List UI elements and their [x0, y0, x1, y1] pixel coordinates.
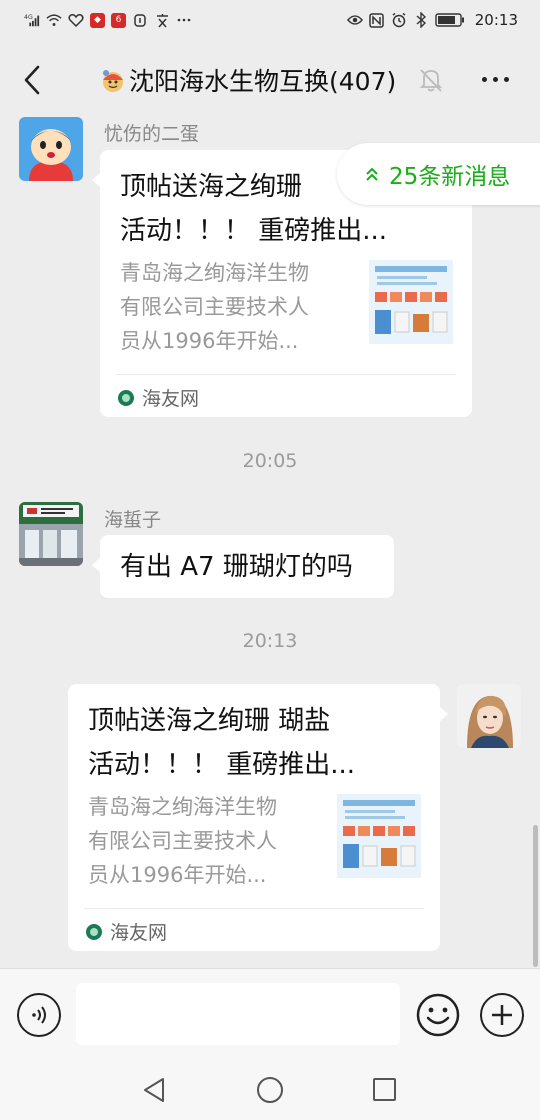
gesture-icon: [132, 12, 148, 28]
link-card-message[interactable]: 顶帖送海之绚珊 瑚盐 活动！！！ 重磅推出... 青岛海之绚海洋生物 有限公司主…: [68, 684, 448, 951]
card-description-line: 员从1996年开始...: [88, 863, 267, 887]
card-thumbnail: [369, 260, 453, 344]
heart-app-icon: [68, 12, 84, 28]
card-thumbnail: [337, 794, 421, 878]
translate-icon: [154, 12, 170, 28]
sender-name: 忧伤的二蛋: [104, 123, 200, 145]
emoji-icon: [416, 993, 460, 1037]
group-icon: [100, 68, 126, 94]
timestamp: 20:13: [242, 630, 298, 652]
dot: [492, 76, 498, 82]
card-source-label: 海友网: [142, 388, 200, 410]
source-logo-icon: [118, 389, 134, 406]
status-bar-right: 20:13: [346, 10, 518, 30]
plus-icon: [492, 1005, 512, 1025]
nav-recents-button[interactable]: [373, 1078, 396, 1101]
mute-bell-icon: [418, 66, 444, 94]
voice-input-button[interactable]: [17, 993, 61, 1037]
avatar[interactable]: [19, 117, 83, 181]
scrollbar[interactable]: [533, 825, 538, 967]
battery-icon: [435, 12, 465, 28]
card-source: 海友网: [118, 384, 199, 411]
dot: [503, 76, 509, 82]
triangle-back-icon: [144, 1078, 164, 1102]
emoji-button[interactable]: [416, 993, 460, 1037]
alarm-icon: [391, 12, 407, 28]
svg-text:4G: 4G: [24, 14, 33, 21]
card-description-line: 员从1996年开始...: [120, 329, 299, 353]
card-title-line: 顶帖送海之绚珊: [120, 172, 303, 202]
app-badge-icon: ◆: [90, 12, 105, 28]
card-title-line: 顶帖送海之绚珊 瑚盐: [88, 706, 331, 736]
more-notifications-icon: [176, 12, 192, 28]
more-functions-button[interactable]: [480, 993, 524, 1037]
nav-back-button[interactable]: [141, 1076, 167, 1104]
card-description-line: 有限公司主要技术人: [88, 829, 277, 853]
card-divider: [84, 908, 424, 909]
wifi-icon: [46, 12, 62, 28]
back-button[interactable]: [14, 60, 50, 100]
dot: [481, 76, 487, 82]
card-title-line: 活动！！！ 重磅推出...: [120, 216, 388, 246]
sender-name: 海蜇子: [104, 509, 162, 531]
double-chevron-up-icon: [366, 167, 378, 181]
status-bar-left: 4G ◆ 6: [24, 10, 192, 30]
input-bar: [0, 968, 540, 1060]
chat-title: 沈阳海水生物互换(407): [129, 67, 397, 96]
card-description-line: 有限公司主要技术人: [120, 295, 309, 319]
more-options-button[interactable]: [470, 64, 520, 94]
card-source: 海友网: [86, 918, 167, 945]
card-description-line: 青岛海之绚海洋生物: [88, 795, 277, 819]
clock: 20:13: [474, 11, 518, 29]
card-title-line: 活动！！！ 重磅推出...: [88, 750, 356, 780]
new-messages-label: 25条新消息: [389, 164, 511, 190]
timestamp: 20:05: [242, 450, 298, 472]
chat-header: 沈阳海水生物互换(407): [0, 40, 540, 120]
signal-icon: 4G: [24, 12, 40, 28]
card-source-label: 海友网: [110, 922, 168, 944]
self-avatar[interactable]: [457, 684, 521, 748]
text-message[interactable]: 有出 A7 珊瑚灯的吗: [92, 535, 394, 598]
message-input[interactable]: [76, 983, 400, 1045]
chevron-left-icon: [24, 65, 40, 95]
new-messages-button[interactable]: 25条新消息: [337, 143, 540, 205]
eye-icon: [346, 12, 363, 28]
system-navigation-bar: [0, 1060, 540, 1120]
app-badge-icon: 6: [111, 12, 126, 28]
bluetooth-icon: [413, 12, 429, 28]
card-description-line: 青岛海之绚海洋生物: [120, 261, 309, 285]
nav-home-button[interactable]: [257, 1077, 283, 1103]
nfc-icon: [369, 12, 385, 28]
avatar[interactable]: [19, 502, 83, 566]
message-text: 有出 A7 珊瑚灯的吗: [120, 552, 353, 582]
voice-icon: [32, 1006, 46, 1024]
source-logo-icon: [86, 923, 102, 940]
card-divider: [116, 374, 456, 375]
status-bar: 4G ◆ 6 20:13: [0, 0, 540, 40]
